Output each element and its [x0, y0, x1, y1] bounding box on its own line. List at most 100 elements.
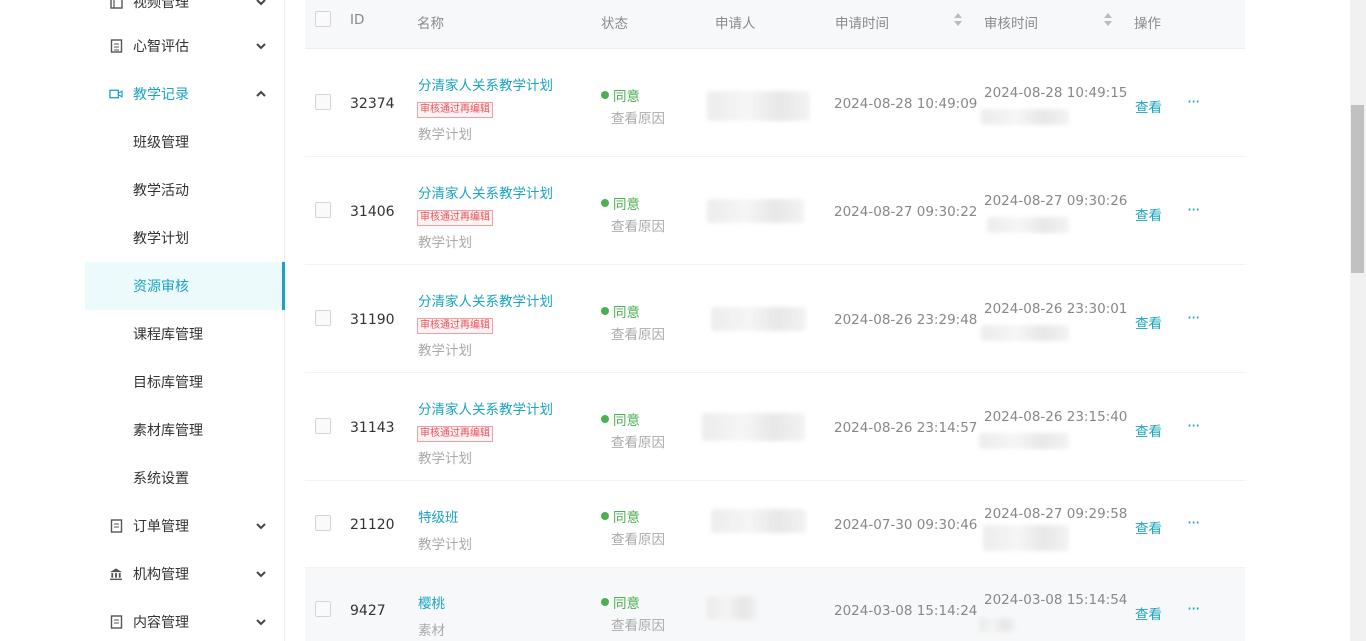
sidebar-subitem-teaching-activity[interactable]: 教学活动 — [85, 166, 285, 214]
select-all-checkbox[interactable] — [315, 11, 331, 27]
row-apply-time: 2024-08-27 09:30:22 — [834, 204, 978, 220]
main-content: ID 名称 状态 申请人 申请时间 审核时间 操作 32374 分清家人关系教学… — [285, 0, 1350, 641]
camera-icon — [109, 87, 123, 101]
redacted-applicant — [702, 413, 805, 441]
row-view-button[interactable]: 查看 — [1135, 420, 1162, 440]
row-review-time: 2024-08-28 10:49:15 — [984, 85, 1128, 101]
sidebar-item-assessment[interactable]: 心智评估 — [0, 22, 285, 70]
row-type: 教学计划 — [418, 451, 472, 467]
subitem-label: 目标库管理 — [133, 375, 203, 391]
row-id: 31143 — [350, 420, 395, 436]
row-view-button[interactable]: 查看 — [1135, 312, 1162, 332]
row-name-link[interactable]: 分清家人关系教学计划 — [418, 182, 553, 202]
row-status: 同意 — [601, 193, 640, 213]
chevron-up-icon — [256, 90, 266, 97]
sidebar-subitem-course-library[interactable]: 课程库管理 — [85, 310, 285, 358]
more-actions-icon[interactable]: ··· — [1187, 92, 1200, 111]
row-review-time: 2024-08-26 23:15:40 — [984, 409, 1128, 425]
row-checkbox[interactable] — [315, 94, 331, 110]
row-tag: 审核通过再编辑 — [417, 102, 493, 118]
row-status: 同意 — [601, 592, 640, 612]
sidebar-item-teaching-records[interactable]: 教学记录 — [0, 70, 285, 118]
row-checkbox[interactable] — [315, 601, 331, 617]
table-header: ID 名称 状态 申请人 申请时间 审核时间 操作 — [305, 0, 1245, 49]
row-name-link[interactable]: 分清家人关系教学计划 — [418, 398, 553, 418]
sidebar-subitem-resource-review[interactable]: 资源审核 — [85, 262, 285, 310]
sidebar-subitem-class-management[interactable]: 班级管理 — [85, 118, 285, 166]
page-scrollbar-thumb[interactable] — [1351, 105, 1364, 273]
sidebar-item-label: 教学记录 — [133, 87, 189, 103]
row-view-reason-link[interactable]: 查看原因 — [611, 528, 665, 548]
row-name-link[interactable]: 分清家人关系教学计划 — [418, 290, 553, 310]
more-actions-icon[interactable]: ··· — [1187, 308, 1200, 327]
more-actions-icon[interactable]: ··· — [1187, 200, 1200, 219]
redacted-reviewer — [983, 525, 1069, 551]
row-id: 32374 — [350, 96, 395, 112]
row-view-reason-link[interactable]: 查看原因 — [611, 215, 665, 235]
row-view-reason-link[interactable]: 查看原因 — [611, 107, 665, 127]
status-label: 同意 — [613, 89, 640, 105]
row-id: 9427 — [350, 603, 386, 619]
status-dot — [601, 91, 609, 99]
status-dot — [601, 512, 609, 520]
subitem-label: 课程库管理 — [133, 327, 203, 343]
more-actions-icon[interactable]: ··· — [1187, 599, 1200, 618]
sidebar-subitem-system-settings[interactable]: 系统设置 — [85, 454, 285, 502]
redacted-reviewer — [979, 433, 1069, 449]
chevron-down-icon — [256, 571, 266, 578]
row-apply-time: 2024-08-26 23:14:57 — [834, 420, 978, 436]
row-view-button[interactable]: 查看 — [1135, 603, 1162, 623]
row-name-link[interactable]: 樱桃 — [418, 592, 445, 612]
row-type: 教学计划 — [418, 235, 472, 251]
row-tag: 审核通过再编辑 — [417, 210, 493, 226]
row-view-button[interactable]: 查看 — [1135, 517, 1162, 537]
header-apply-time[interactable]: 申请时间 — [835, 12, 889, 32]
file-icon — [109, 615, 123, 629]
header-id: ID — [350, 12, 365, 28]
page-scrollbar-track[interactable] — [1350, 0, 1366, 641]
sidebar-item-institution[interactable]: 机构管理 — [0, 550, 285, 598]
row-view-button[interactable]: 查看 — [1135, 204, 1162, 224]
sidebar-item-label: 内容管理 — [133, 615, 189, 631]
sidebar: 视频管理 心智评估 教学记录 班级管理 教学活动 教学计划 资源审核 课程库管理… — [0, 0, 285, 641]
sidebar-subitem-material-library[interactable]: 素材库管理 — [85, 406, 285, 454]
subitem-label: 素材库管理 — [133, 423, 203, 439]
sort-apply-time-icon[interactable] — [954, 13, 962, 27]
row-review-time: 2024-08-26 23:30:01 — [984, 301, 1128, 317]
chevron-down-icon — [256, 43, 266, 50]
more-actions-icon[interactable]: ··· — [1187, 513, 1200, 532]
header-review-time[interactable]: 审核时间 — [984, 12, 1038, 32]
row-checkbox[interactable] — [315, 310, 331, 326]
row-checkbox[interactable] — [315, 515, 331, 531]
sidebar-item-orders[interactable]: 订单管理 — [0, 502, 285, 550]
row-name-link[interactable]: 分清家人关系教学计划 — [418, 74, 553, 94]
more-actions-icon[interactable]: ··· — [1187, 416, 1200, 435]
row-view-reason-link[interactable]: 查看原因 — [611, 614, 665, 634]
status-dot — [601, 307, 609, 315]
row-id: 21120 — [350, 517, 395, 533]
row-view-reason-link[interactable]: 查看原因 — [611, 323, 665, 343]
row-name-link[interactable]: 特级班 — [418, 506, 459, 526]
table-row: 31190 分清家人关系教学计划 审核通过再编辑 教学计划 同意 查看原因 20… — [305, 265, 1245, 373]
row-review-time: 2024-08-27 09:30:26 — [984, 193, 1128, 209]
header-action: 操作 — [1134, 16, 1161, 32]
header-name: 名称 — [417, 16, 444, 32]
row-checkbox[interactable] — [315, 418, 331, 434]
row-view-reason-link[interactable]: 查看原因 — [611, 431, 665, 451]
header-applicant: 申请人 — [715, 16, 756, 32]
table-row: 31406 分清家人关系教学计划 审核通过再编辑 教学计划 同意 查看原因 20… — [305, 157, 1245, 265]
table-row: 32374 分清家人关系教学计划 审核通过再编辑 教学计划 同意 查看原因 20… — [305, 49, 1245, 157]
sidebar-item-label: 心智评估 — [133, 39, 189, 55]
sidebar-subitem-teaching-plan[interactable]: 教学计划 — [85, 214, 285, 262]
redacted-reviewer — [981, 109, 1069, 125]
row-checkbox[interactable] — [315, 202, 331, 218]
document-icon — [109, 519, 123, 533]
row-status: 同意 — [601, 506, 640, 526]
row-view-button[interactable]: 查看 — [1135, 96, 1162, 116]
redacted-applicant — [707, 596, 757, 620]
subitem-label: 班级管理 — [133, 135, 189, 151]
sidebar-subitem-goal-library[interactable]: 目标库管理 — [85, 358, 285, 406]
row-type: 素材 — [418, 623, 445, 639]
sidebar-item-content[interactable]: 内容管理 — [0, 598, 285, 641]
sort-review-time-icon[interactable] — [1104, 13, 1112, 27]
